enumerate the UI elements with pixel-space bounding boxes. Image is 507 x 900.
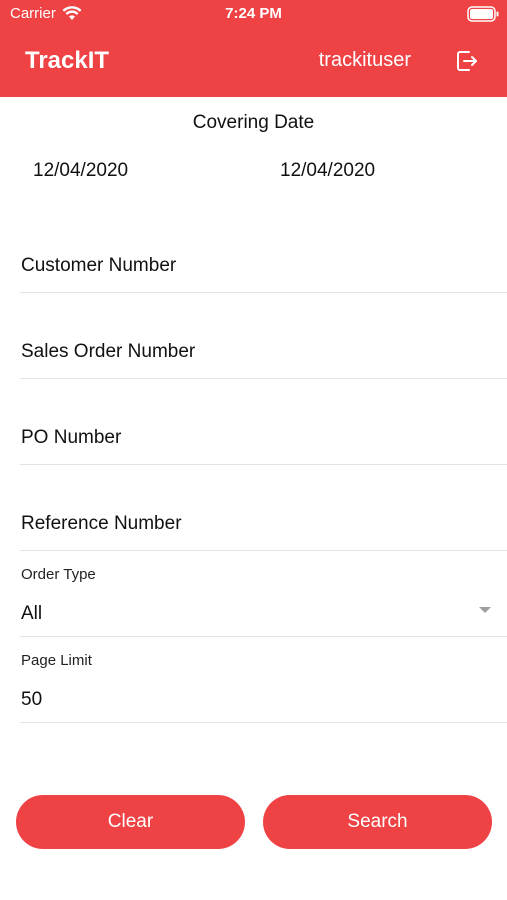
app-title: TrackIT xyxy=(25,47,110,74)
order-type-label: Order Type xyxy=(21,566,96,583)
order-type-select[interactable]: Order Type All xyxy=(20,560,507,637)
order-type-value: All xyxy=(21,603,43,624)
sales-order-number-field[interactable]: Sales Order Number xyxy=(20,331,507,379)
po-number-placeholder: PO Number xyxy=(21,427,122,448)
sales-order-number-placeholder: Sales Order Number xyxy=(21,341,196,362)
reference-number-field[interactable]: Reference Number xyxy=(20,503,507,551)
search-button[interactable]: Search xyxy=(263,795,492,849)
date-to-field[interactable]: 12/04/2020 xyxy=(280,160,375,182)
status-bar: Carrier 7:24 PM xyxy=(0,0,507,28)
status-time: 7:24 PM xyxy=(225,5,282,22)
app-header: Carrier 7:24 PM TrackIT trackituser xyxy=(0,0,507,97)
logout-icon[interactable] xyxy=(455,49,479,73)
page-limit-field[interactable]: Page Limit 50 xyxy=(20,646,507,723)
chevron-down-icon xyxy=(479,607,491,613)
battery-icon xyxy=(467,6,499,22)
username-label: trackituser xyxy=(318,49,411,71)
reference-number-placeholder: Reference Number xyxy=(21,513,182,534)
po-number-field[interactable]: PO Number xyxy=(20,417,507,465)
customer-number-placeholder: Customer Number xyxy=(21,255,177,276)
clear-button[interactable]: Clear xyxy=(16,795,245,849)
customer-number-field[interactable]: Customer Number xyxy=(20,245,507,293)
covering-date-label: Covering Date xyxy=(192,112,315,133)
page-limit-label: Page Limit xyxy=(21,652,92,669)
page-limit-value: 50 xyxy=(21,689,43,710)
date-from-field[interactable]: 12/04/2020 xyxy=(33,160,128,182)
